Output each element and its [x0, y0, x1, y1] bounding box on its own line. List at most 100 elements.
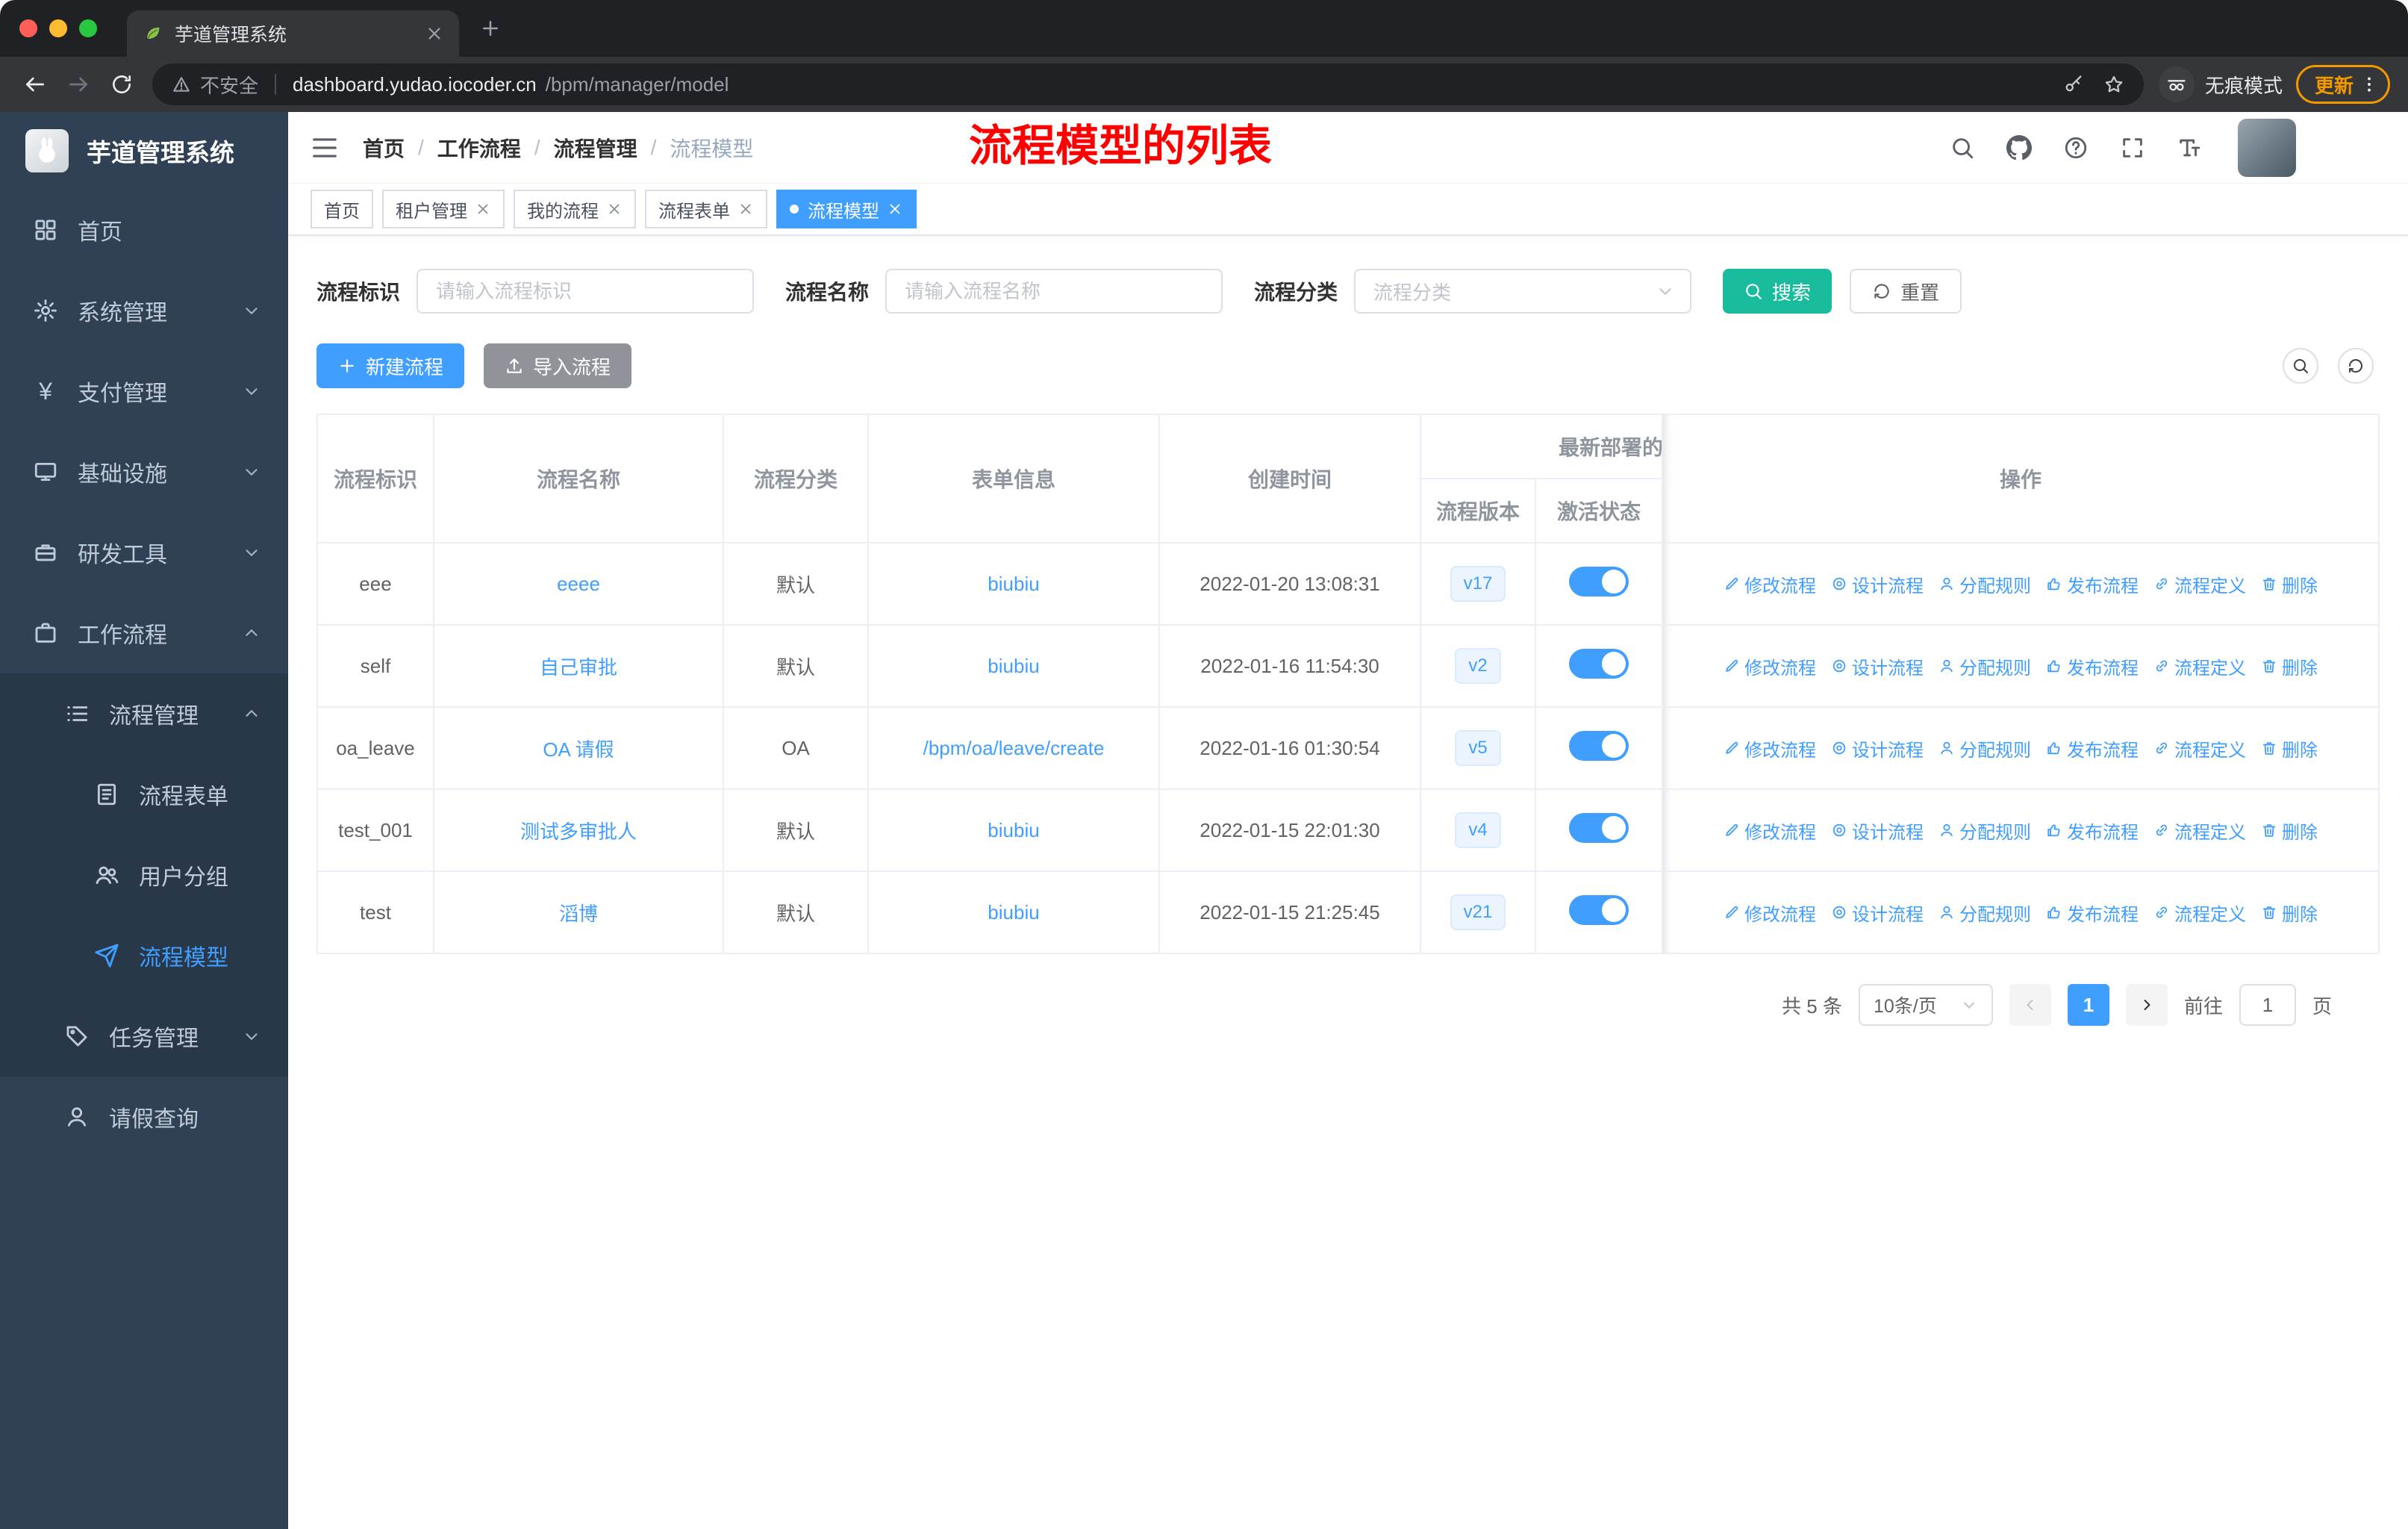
assign-rule-link[interactable]: 分配规则	[1938, 818, 2031, 844]
current-page-button[interactable]: 1	[2067, 984, 2109, 1026]
process-definition-link[interactable]: 流程定义	[2153, 571, 2246, 597]
publish-process-link[interactable]: 发布流程	[2046, 653, 2139, 679]
design-process-link[interactable]: 设计流程	[1831, 735, 1924, 762]
category-select[interactable]: 流程分类	[1354, 269, 1692, 314]
active-toggle[interactable]	[1569, 812, 1629, 843]
window-close-button[interactable]	[19, 19, 37, 37]
close-icon[interactable]	[606, 201, 623, 217]
forward-button[interactable]	[57, 63, 100, 106]
assign-rule-link[interactable]: 分配规则	[1938, 735, 2031, 762]
process-name-link[interactable]: OA 请假	[543, 738, 614, 761]
modify-process-link[interactable]: 修改流程	[1724, 653, 1816, 679]
refresh-table-button[interactable]	[2338, 348, 2374, 384]
design-process-link[interactable]: 设计流程	[1831, 900, 1924, 926]
assign-rule-link[interactable]: 分配规则	[1938, 571, 2031, 597]
back-button[interactable]	[13, 63, 57, 106]
design-process-link[interactable]: 设计流程	[1831, 653, 1924, 679]
delete-link[interactable]: 删除	[2261, 818, 2318, 844]
browser-tab[interactable]: 芋道管理系统	[127, 10, 459, 57]
reset-button[interactable]: 重置	[1850, 269, 1962, 314]
sidebar-item-system-management[interactable]: 系统管理	[0, 270, 288, 351]
process-name-link[interactable]: eeee	[557, 573, 600, 595]
address-bar[interactable]: 不安全 dashboard.yudao.iocoder.cn/bpm/manag…	[152, 63, 2144, 105]
publish-process-link[interactable]: 发布流程	[2046, 818, 2139, 844]
toggle-search-button[interactable]	[2283, 348, 2318, 384]
process-name-link[interactable]: 滔博	[559, 903, 598, 925]
breadcrumb-item-home[interactable]: 首页	[363, 133, 405, 163]
hamburger-icon[interactable]	[311, 134, 339, 162]
sidebar-item-process-form[interactable]: 流程表单	[0, 754, 288, 835]
sidebar-item-home[interactable]: 首页	[0, 190, 288, 270]
form-info-link[interactable]: biubiu	[988, 573, 1039, 595]
tag-process-form[interactable]: 流程表单	[645, 190, 767, 228]
process-name-input[interactable]	[885, 269, 1223, 314]
form-info-link[interactable]: biubiu	[988, 655, 1039, 677]
process-definition-link[interactable]: 流程定义	[2153, 818, 2246, 844]
delete-link[interactable]: 删除	[2261, 900, 2318, 926]
publish-process-link[interactable]: 发布流程	[2046, 735, 2139, 762]
window-zoom-button[interactable]	[79, 19, 97, 37]
sidebar-item-workflow[interactable]: 工作流程	[0, 593, 288, 673]
search-icon[interactable]	[1950, 135, 1975, 161]
delete-link[interactable]: 删除	[2261, 653, 2318, 679]
tag-process-model[interactable]: 流程模型	[776, 190, 917, 228]
sidebar-item-leave-query[interactable]: 请假查询	[0, 1077, 288, 1157]
assign-rule-link[interactable]: 分配规则	[1938, 653, 2031, 679]
modify-process-link[interactable]: 修改流程	[1724, 900, 1816, 926]
tag-home[interactable]: 首页	[311, 190, 373, 228]
process-name-link[interactable]: 自己审批	[540, 656, 617, 679]
sidebar-item-user-group[interactable]: 用户分组	[0, 835, 288, 915]
create-process-button[interactable]: 新建流程	[316, 343, 465, 388]
import-process-button[interactable]: 导入流程	[484, 343, 632, 388]
modify-process-link[interactable]: 修改流程	[1724, 735, 1816, 762]
active-toggle[interactable]	[1569, 566, 1629, 597]
github-icon[interactable]	[2006, 135, 2032, 161]
tag-my-process[interactable]: 我的流程	[514, 190, 636, 228]
close-icon[interactable]	[737, 201, 754, 217]
sidebar-item-infrastructure[interactable]: 基础设施	[0, 432, 288, 512]
modify-process-link[interactable]: 修改流程	[1724, 571, 1816, 597]
update-button[interactable]: 更新	[2295, 65, 2390, 104]
breadcrumb-item-process-management[interactable]: 流程管理	[554, 133, 637, 163]
process-id-input[interactable]	[417, 269, 755, 314]
sidebar-logo[interactable]: 芋道管理系统	[0, 112, 288, 190]
assign-rule-link[interactable]: 分配规则	[1938, 900, 2031, 926]
tab-close-icon[interactable]	[425, 24, 444, 43]
form-info-link[interactable]: /bpm/oa/leave/create	[923, 737, 1105, 759]
sidebar-item-process-management[interactable]: 流程管理	[0, 673, 288, 754]
search-button[interactable]: 搜索	[1723, 269, 1832, 314]
fullscreen-icon[interactable]	[2120, 135, 2145, 161]
window-minimize-button[interactable]	[49, 19, 67, 37]
page-size-select[interactable]: 10条/页	[1858, 984, 1993, 1026]
sidebar-item-process-model[interactable]: 流程模型	[0, 915, 288, 996]
modify-process-link[interactable]: 修改流程	[1724, 818, 1816, 844]
form-info-link[interactable]: biubiu	[988, 901, 1039, 924]
question-icon[interactable]	[2063, 135, 2089, 161]
active-toggle[interactable]	[1569, 894, 1629, 925]
close-icon[interactable]	[887, 201, 903, 217]
browser-menu-dots-icon[interactable]	[2359, 75, 2379, 94]
form-info-link[interactable]: biubiu	[988, 819, 1039, 841]
design-process-link[interactable]: 设计流程	[1831, 818, 1924, 844]
font-size-icon[interactable]	[2177, 135, 2202, 161]
user-avatar[interactable]	[2238, 118, 2296, 177]
delete-link[interactable]: 删除	[2261, 735, 2318, 762]
prev-page-button[interactable]	[2009, 984, 2051, 1026]
active-toggle[interactable]	[1569, 730, 1629, 761]
bookmark-star-icon[interactable]	[2103, 74, 2124, 95]
breadcrumb-item-workflow[interactable]: 工作流程	[437, 133, 521, 163]
process-definition-link[interactable]: 流程定义	[2153, 900, 2246, 926]
sidebar-item-payment-management[interactable]: ¥ 支付管理	[0, 351, 288, 432]
close-icon[interactable]	[475, 201, 491, 217]
new-tab-button[interactable]	[470, 7, 511, 49]
reload-button[interactable]	[100, 63, 143, 106]
sidebar-item-task-management[interactable]: 任务管理	[0, 996, 288, 1077]
delete-link[interactable]: 删除	[2261, 571, 2318, 597]
publish-process-link[interactable]: 发布流程	[2046, 900, 2139, 926]
process-definition-link[interactable]: 流程定义	[2153, 653, 2246, 679]
design-process-link[interactable]: 设计流程	[1831, 571, 1924, 597]
process-name-link[interactable]: 测试多审批人	[520, 820, 637, 843]
publish-process-link[interactable]: 发布流程	[2046, 571, 2139, 597]
next-page-button[interactable]	[2125, 984, 2168, 1026]
active-toggle[interactable]	[1569, 648, 1629, 679]
